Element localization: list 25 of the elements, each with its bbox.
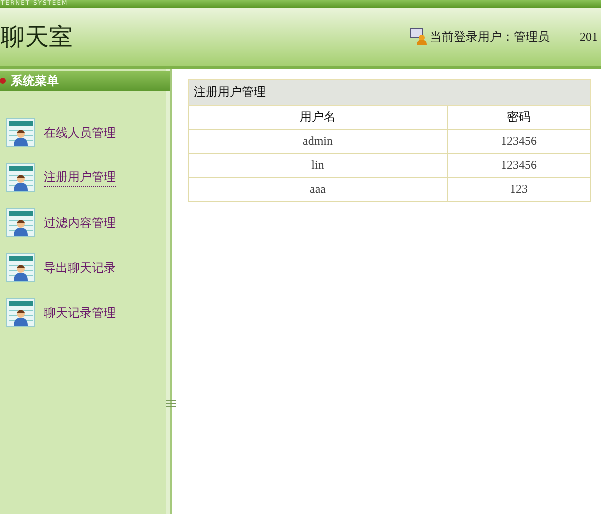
panel-title: 注册用户管理 <box>188 80 590 106</box>
column-header: 密码 <box>448 106 590 130</box>
sidebar-menu-link[interactable]: 在线人员管理 <box>44 124 116 142</box>
user-card-icon <box>6 253 36 283</box>
sidebar-menu-link[interactable]: 过滤内容管理 <box>44 214 116 232</box>
sidebar-menu-link[interactable]: 导出聊天记录 <box>44 260 116 276</box>
sidebar-title: 系统菜单 <box>11 72 59 90</box>
table-cell: 123 <box>448 178 590 202</box>
user-card-icon <box>6 163 36 193</box>
user-card-icon <box>6 208 36 238</box>
table-cell: 123456 <box>448 130 590 154</box>
current-user-label: 当前登录用户：管理员 <box>430 28 550 46</box>
table-cell: 123456 <box>448 154 590 178</box>
menu-bullet-icon <box>0 76 8 86</box>
sidebar-menu-link[interactable]: 聊天记录管理 <box>44 304 116 322</box>
sidebar-menu-link[interactable]: 注册用户管理 <box>44 169 116 187</box>
user-card-icon <box>6 118 36 148</box>
user-icon <box>410 28 428 46</box>
date-text: 201 <box>580 30 598 44</box>
user-card-icon <box>6 298 36 328</box>
column-header: 用户名 <box>188 106 448 130</box>
table-cell: admin <box>188 130 448 154</box>
page-title: 聊天室 <box>1 22 73 53</box>
table-cell: lin <box>188 154 448 178</box>
table-cell: aaa <box>188 178 448 202</box>
